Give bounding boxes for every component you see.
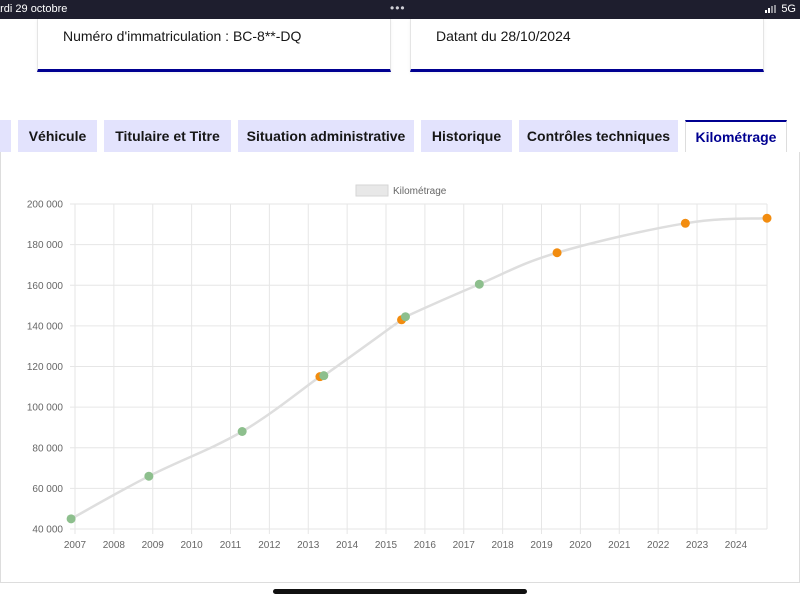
x-tick-label: 2009 — [142, 540, 165, 551]
y-tick-label: 180 000 — [27, 240, 64, 251]
x-tick-label: 2008 — [103, 540, 126, 551]
date-card: Datant du 28/10/2024 — [410, 19, 764, 72]
y-tick-label: 100 000 — [27, 403, 64, 414]
tab-vehicule[interactable]: Véhicule — [18, 120, 97, 152]
x-tick-label: 2019 — [530, 540, 553, 551]
x-tick-label: 2021 — [608, 540, 631, 551]
series-line — [70, 216, 768, 520]
x-tick-label: 2012 — [258, 540, 281, 551]
y-tick-label: 40 000 — [32, 525, 63, 536]
x-tick-label: 2020 — [569, 540, 592, 551]
tab-titulaire-titre[interactable]: Titulaire et Titre — [104, 120, 231, 152]
data-point-orange — [762, 213, 772, 223]
x-tick-label: 2011 — [220, 540, 242, 551]
y-tick-label: 80 000 — [32, 443, 63, 454]
network-label: 5G — [781, 3, 796, 15]
x-tick-label: 2017 — [453, 540, 476, 551]
data-point-green — [237, 427, 247, 436]
x-tick-label: 2014 — [336, 540, 359, 551]
data-point-green — [144, 471, 154, 481]
status-right: 5G — [765, 3, 796, 15]
y-tick-label: 60 000 — [32, 484, 63, 495]
home-indicator[interactable] — [273, 589, 527, 594]
data-point-green — [474, 279, 484, 289]
x-tick-label: 2016 — [414, 540, 437, 551]
y-tick-label: 120 000 — [27, 362, 64, 373]
status-date: ardi 29 octobre — [0, 3, 68, 15]
data-point-orange — [552, 248, 562, 258]
x-tick-label: 2013 — [297, 540, 320, 551]
y-tick-label: 160 000 — [27, 281, 64, 292]
x-tick-label: 2023 — [686, 540, 709, 551]
tab-situation-administrative[interactable]: Situation administrative — [238, 120, 414, 152]
data-point-green — [66, 514, 76, 524]
tab-partial[interactable] — [0, 120, 11, 152]
data-point-orange — [680, 218, 690, 228]
x-tick-label: 2007 — [64, 540, 87, 551]
x-tick-label: 2010 — [181, 540, 204, 551]
date-text: Datant du 28/10/2024 — [436, 28, 571, 44]
kilometrage-panel: 2007 2008 2009 2010 2011 2012 2013 2014 2015 2016… — [0, 152, 800, 583]
legend-swatch — [355, 184, 389, 197]
registration-card: Numéro d'immatriculation : BC-8**-DQ — [37, 19, 391, 72]
x-tick-label: 2022 — [647, 540, 670, 551]
tab-bar: Véhicule Titulaire et Titre Situation ad… — [0, 120, 800, 152]
data-point-green — [319, 371, 329, 381]
status-bar: ardi 29 octobre ••• 5G — [0, 0, 800, 19]
registration-text: Numéro d'immatriculation : BC-8**-DQ — [63, 28, 302, 44]
legend-label: Kilométrage — [393, 186, 447, 197]
tab-kilometrage[interactable]: Kilométrage — [685, 120, 787, 152]
x-tick-label: 2024 — [725, 540, 748, 551]
x-tick-label: 2018 — [492, 540, 515, 551]
signal-icon — [765, 5, 777, 13]
data-point-green — [400, 312, 410, 322]
y-tick-label: 200 000 — [27, 200, 64, 211]
x-tick-label: 2015 — [375, 540, 398, 551]
tab-controles-techniques[interactable]: Contrôles techniques — [519, 120, 678, 152]
multitasking-dots-icon[interactable]: ••• — [390, 1, 406, 15]
tab-historique[interactable]: Historique — [421, 120, 512, 152]
mileage-chart: 2007 2008 2009 2010 2011 2012 2013 2014 2015 2016… — [27, 184, 772, 551]
y-tick-label: 140 000 — [27, 321, 64, 332]
